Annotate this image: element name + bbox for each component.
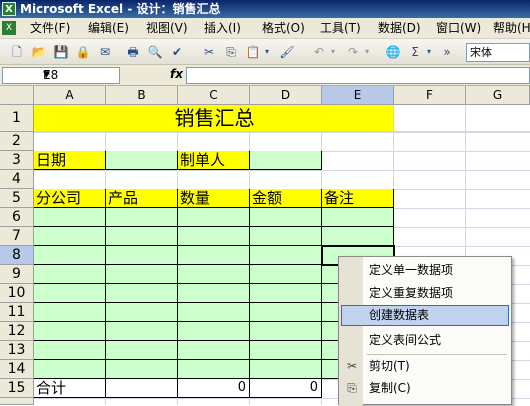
row-header-11[interactable]: 11 <box>0 303 34 322</box>
excel-icon[interactable]: X <box>2 2 16 16</box>
row-header-7[interactable]: 7 <box>0 227 34 246</box>
row-header-8[interactable]: 8 <box>0 246 34 265</box>
row-header-10[interactable]: 10 <box>0 284 34 303</box>
format-painter-icon[interactable]: 🖌 <box>278 43 296 61</box>
title-bar: X Microsoft Excel - 设计：销售汇总 <box>0 0 530 18</box>
menu-cut-label: 剪切(T) <box>369 359 410 373</box>
total-label-cell[interactable]: 合计 <box>34 379 106 398</box>
font-name-box[interactable]: 宋体 <box>466 43 530 62</box>
name-box[interactable]: E8 ▼ <box>2 67 120 84</box>
permission-icon[interactable]: 🔒 <box>74 43 92 61</box>
select-all-corner[interactable] <box>0 86 34 105</box>
new-document-icon[interactable]: 🗋 <box>8 43 26 61</box>
context-menu: 定义单一数据项 定义重复数据项 创建数据表 定义表间公式 ✂ 剪切(T) ⎘ 复… <box>338 256 512 406</box>
menu-copy[interactable]: ⎘ 复制(C) <box>341 378 509 399</box>
chevron-down-icon[interactable]: ▼ <box>43 68 117 83</box>
menu-define-formula[interactable]: 定义表间公式 <box>341 330 509 351</box>
header-product[interactable]: 产品 <box>106 189 178 208</box>
menu-window[interactable]: 窗口(W) <box>436 20 481 37</box>
autosum-icon[interactable]: Σ <box>406 43 424 61</box>
open-folder-icon[interactable]: 📂 <box>30 43 48 61</box>
menu-bar: X 文件(F) 编辑(E) 视图(V) 插入(I) 格式(O) 工具(T) 数据… <box>0 18 530 39</box>
column-header-e[interactable]: E <box>322 86 394 105</box>
row-header-3[interactable]: 3 <box>0 151 34 170</box>
fx-icon[interactable]: fx <box>170 67 183 81</box>
header-amount[interactable]: 金额 <box>250 189 322 208</box>
menu-view[interactable]: 视图(V) <box>146 20 188 37</box>
menu-edit[interactable]: 编辑(E) <box>88 20 129 37</box>
row-header-5[interactable]: 5 <box>0 189 34 208</box>
column-header-g[interactable]: G <box>466 86 530 105</box>
menu-define-repeat-item[interactable]: 定义重复数据项 <box>341 283 509 304</box>
autosum-dropdown-icon[interactable]: ▾ <box>424 43 434 61</box>
spelling-icon[interactable]: ✔ <box>168 43 186 61</box>
paste-dropdown-icon[interactable]: ▾ <box>262 43 272 61</box>
window-title: Microsoft Excel - 设计：销售汇总 <box>20 2 221 16</box>
row-header-14[interactable]: 14 <box>0 360 34 379</box>
gridline <box>465 105 466 132</box>
total-product-cell[interactable] <box>106 379 178 398</box>
header-quantity[interactable]: 数量 <box>178 189 250 208</box>
workbook-icon[interactable]: X <box>2 21 16 35</box>
menu-help[interactable]: 帮助(H) <box>493 20 530 37</box>
redo-dropdown-icon[interactable]: ▾ <box>362 43 372 61</box>
copy-icon[interactable]: ⎘ <box>222 43 240 61</box>
print-preview-icon[interactable]: 🔍 <box>146 43 164 61</box>
column-header-b[interactable]: B <box>106 86 178 105</box>
column-header-d[interactable]: D <box>250 86 322 105</box>
row-header-9[interactable]: 9 <box>0 265 34 284</box>
save-icon[interactable]: 💾 <box>52 43 70 61</box>
standard-toolbar: 🗋 📂 💾 🔒 ✉ 🖶 🔍 ✔ ✂ ⎘ 📋 ▾ 🖌 ↶ ▾ ↷ ▾ 🌐 Σ ▾ … <box>0 39 530 65</box>
column-header-c[interactable]: C <box>178 86 250 105</box>
row-header-6[interactable]: 6 <box>0 208 34 227</box>
menu-tools[interactable]: 工具(T) <box>320 20 361 37</box>
paste-icon[interactable]: 📋 <box>244 43 262 61</box>
menu-data[interactable]: 数据(D) <box>378 20 421 37</box>
menu-insert[interactable]: 插入(I) <box>204 20 241 37</box>
sheet-title-cell[interactable]: 销售汇总 <box>34 105 394 132</box>
blank-area <box>394 105 530 132</box>
row-header-2[interactable]: 2 <box>0 132 34 151</box>
header-branch[interactable]: 分公司 <box>34 189 106 208</box>
row-header-16[interactable] <box>0 398 34 405</box>
maker-input-cell[interactable] <box>250 151 322 170</box>
date-label-cell[interactable]: 日期 <box>34 151 106 170</box>
column-header-f[interactable]: F <box>394 86 466 105</box>
menu-define-single-item[interactable]: 定义单一数据项 <box>341 260 509 281</box>
total-amount-cell[interactable]: 0 <box>250 379 322 398</box>
formula-input[interactable] <box>186 67 530 84</box>
row-header-4[interactable]: 4 <box>0 170 34 189</box>
menu-copy-label: 复制(C) <box>369 381 411 395</box>
date-input-cell[interactable] <box>106 151 178 170</box>
toolbar-more-icon[interactable]: » <box>440 43 454 61</box>
hyperlink-icon[interactable]: 🌐 <box>384 43 402 61</box>
row-header-13[interactable]: 13 <box>0 341 34 360</box>
menu-create-data-table[interactable]: 创建数据表 <box>341 305 509 326</box>
menu-file[interactable]: 文件(F) <box>30 20 70 37</box>
print-icon[interactable]: 🖶 <box>124 43 142 61</box>
header-remarks[interactable]: 备注 <box>322 189 394 208</box>
formula-bar: E8 ▼ fx <box>0 65 530 86</box>
row-header-12[interactable]: 12 <box>0 322 34 341</box>
maker-label-cell[interactable]: 制单人 <box>178 151 250 170</box>
email-icon[interactable]: ✉ <box>96 43 114 61</box>
redo-icon[interactable]: ↷ <box>344 43 362 61</box>
column-header-a[interactable]: A <box>34 86 106 105</box>
undo-icon[interactable]: ↶ <box>310 43 328 61</box>
row-header-15[interactable]: 15 <box>0 379 34 398</box>
menu-cut[interactable]: ✂ 剪切(T) <box>341 356 509 377</box>
total-quantity-cell[interactable]: 0 <box>178 379 250 398</box>
cut-icon: ✂ <box>346 359 358 373</box>
undo-dropdown-icon[interactable]: ▾ <box>328 43 338 61</box>
row-header-1[interactable]: 1 <box>0 105 34 132</box>
copy-icon: ⎘ <box>347 381 357 395</box>
menu-format[interactable]: 格式(O) <box>262 20 305 37</box>
menu-separator <box>367 354 507 355</box>
cut-icon[interactable]: ✂ <box>200 43 218 61</box>
